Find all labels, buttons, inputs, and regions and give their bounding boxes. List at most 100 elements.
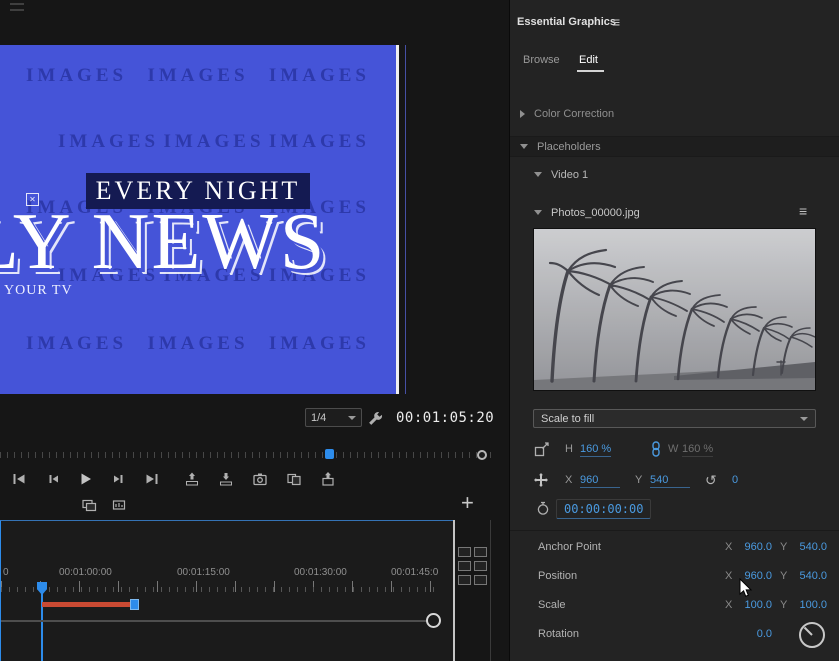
height-label: H (565, 443, 573, 455)
reset-icon[interactable]: ↺ (705, 473, 717, 487)
timeline-ruler-ticks-minor (1, 587, 441, 592)
clip-menu-icon[interactable]: ≡ (799, 203, 807, 219)
extract-icon (218, 471, 234, 487)
section-color-correction[interactable]: Color Correction (510, 103, 839, 124)
go-to-in-button[interactable] (8, 468, 30, 490)
timeline-panel[interactable]: 0 00:01:00:00 00:01:15:00 00:01:30:00 00… (0, 520, 453, 661)
scale-y-value[interactable]: 100.0 (791, 599, 827, 611)
frame-guide-line (405, 45, 406, 394)
watermark-text: IMAGES (269, 65, 370, 87)
play-button[interactable] (74, 468, 96, 490)
settings-wrench-button[interactable] (364, 407, 386, 429)
track-control-box[interactable] (474, 575, 487, 585)
timeline-playhead[interactable] (37, 582, 47, 595)
panel-title: Essential Graphics (517, 16, 616, 28)
extract-button[interactable] (215, 468, 237, 490)
stopwatch-icon[interactable] (534, 499, 552, 517)
timeline-ruler-label: 00:01:45:0 (391, 567, 438, 578)
play-icon (77, 471, 93, 487)
chevron-right-icon (520, 110, 525, 118)
axis-x-label: X (725, 541, 732, 553)
rotation-value[interactable]: 0.0 (736, 628, 772, 640)
axis-y-label: Y (780, 541, 787, 553)
panel-divider[interactable] (453, 520, 455, 661)
watermark-text: IMAGES (147, 65, 248, 87)
axis-x-label: X (725, 599, 732, 611)
scale-fit-dropdown[interactable]: Scale to fill (533, 409, 816, 428)
monitor-playhead-marker[interactable] (325, 449, 334, 459)
lift-button[interactable] (181, 468, 203, 490)
watermark-text: IMAGES (269, 131, 370, 153)
height-value[interactable]: 160 % (580, 443, 611, 457)
watermark-text: IMAGES (147, 333, 248, 355)
drag-video-icon (81, 497, 97, 513)
comparison-view-icon (286, 471, 302, 487)
camera-icon (252, 471, 268, 487)
position-y-value[interactable]: 540.0 (791, 570, 827, 582)
watermark-text: IMAGES (58, 131, 159, 153)
timeline-scroll-knob[interactable] (426, 613, 441, 628)
link-icon[interactable] (647, 440, 665, 458)
program-video-frame[interactable]: IMAGES IMAGES IMAGES IMAGES IMAGES IMAGE… (0, 45, 399, 394)
step-forward-icon (111, 471, 127, 487)
layer-label: Video 1 (551, 169, 588, 181)
export-frame-button[interactable] (249, 468, 271, 490)
section-label: Placeholders (537, 141, 601, 153)
track-control-box[interactable] (474, 547, 487, 557)
monitor-zoom-ruler[interactable] (0, 449, 492, 461)
timeline-ruler-label: 00:01:30:00 (294, 567, 347, 578)
title-corner-text: YOUR TV (4, 283, 73, 299)
x-label: X (565, 474, 572, 486)
track-control-box[interactable] (458, 547, 471, 557)
width-value[interactable]: 160 % (682, 443, 713, 457)
layer-video-1[interactable]: Video 1 (510, 164, 839, 185)
axis-x-label: X (725, 570, 732, 582)
property-name: Rotation (538, 628, 579, 640)
clip-marker[interactable] (130, 599, 139, 610)
wrench-icon (367, 410, 384, 427)
rotation-quick-value[interactable]: 0 (732, 474, 738, 487)
comparison-view-button[interactable] (283, 468, 305, 490)
drag-video-button[interactable] (78, 494, 100, 516)
track-control-box[interactable] (474, 561, 487, 571)
x-position-value[interactable]: 960 (580, 474, 620, 488)
tab-browse[interactable]: Browse (523, 54, 560, 66)
axis-y-label: Y (780, 599, 787, 611)
add-button[interactable]: + (461, 492, 474, 514)
width-label: W (668, 443, 678, 455)
program-timecode[interactable]: 00:01:05:20 (396, 410, 494, 426)
move-icon (532, 471, 550, 489)
y-position-value[interactable]: 540 (650, 474, 690, 488)
axis-y-label: Y (780, 570, 787, 582)
track-control-box[interactable] (458, 561, 471, 571)
section-placeholders[interactable]: Placeholders (510, 136, 839, 157)
zoom-level-select[interactable]: 1/4 (305, 408, 362, 427)
drag-audio-button[interactable] (108, 494, 130, 516)
scale-x-value[interactable]: 100.0 (736, 599, 772, 611)
track-control-box[interactable] (458, 575, 471, 585)
anchor-y-value[interactable]: 540.0 (791, 541, 827, 553)
zoom-handle-knob[interactable] (477, 450, 487, 460)
clip-thumbnail[interactable] (533, 228, 816, 391)
chevron-down-icon (800, 417, 808, 421)
render-bar-red (42, 602, 131, 607)
drag-audio-icon (111, 497, 127, 513)
watermark-row: IMAGES IMAGES IMAGES (0, 65, 396, 87)
layer-photos-clip[interactable]: Photos_00000.jpg (510, 202, 839, 223)
share-button[interactable] (317, 468, 339, 490)
lift-icon (184, 471, 200, 487)
timeline-scroll-track[interactable] (1, 620, 438, 622)
rotation-dial[interactable] (797, 620, 827, 655)
timeline-ruler-label: 00:01:15:00 (177, 567, 230, 578)
rotation-dial-icon (797, 620, 827, 650)
step-forward-button[interactable] (108, 468, 130, 490)
step-back-button[interactable] (42, 468, 64, 490)
panel-menu-icon[interactable]: ≡ (612, 14, 620, 30)
start-timecode-value[interactable]: 00:00:00:00 (556, 499, 651, 519)
tab-edit[interactable]: Edit (579, 54, 598, 66)
essential-graphics-panel: Essential Graphics ≡ Browse Edit Color C… (509, 0, 839, 661)
zoom-level-value: 1/4 (311, 412, 326, 424)
go-to-out-button[interactable] (141, 468, 163, 490)
anchor-x-value[interactable]: 960.0 (736, 541, 772, 553)
property-name: Position (538, 570, 577, 582)
